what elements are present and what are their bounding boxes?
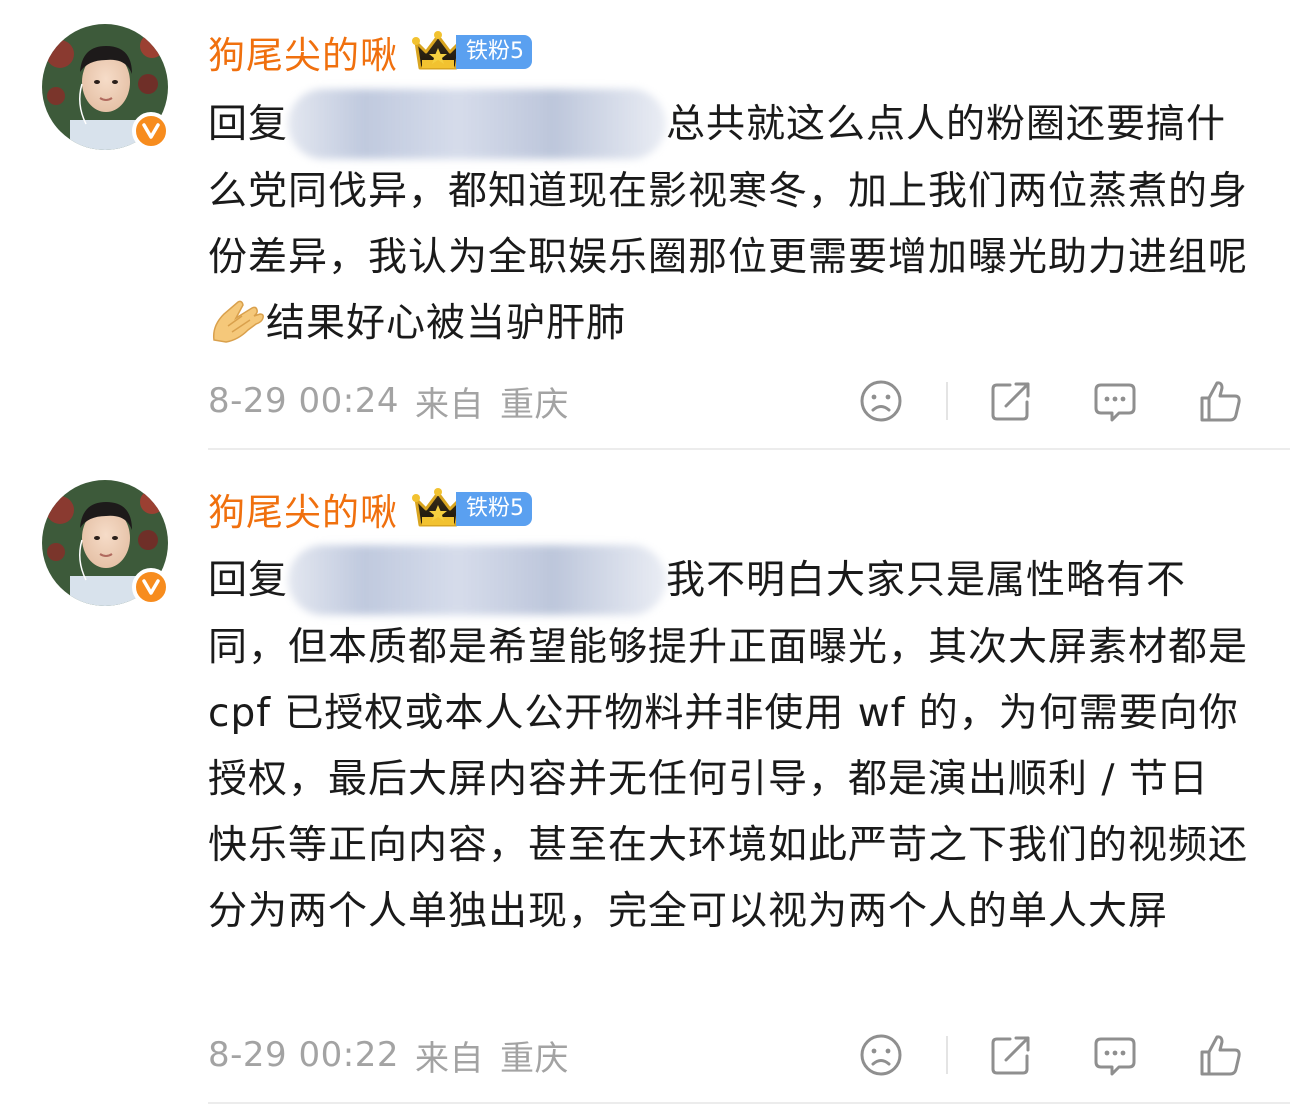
username[interactable]: 狗尾尖的啾 [208,25,398,79]
comment-text: 回复 我不明白大家只是属性略有不同，但本质都是希望能够提升正面曝光，其次大屏素材都… [208,544,1248,945]
dislike-button[interactable] [856,376,906,426]
share-icon [991,382,1030,421]
share-icon [991,1036,1030,1075]
sad-face-icon [860,1034,902,1076]
blurred-username-mask [288,544,667,615]
action-divider [946,382,948,420]
dislike-button[interactable] [856,1030,906,1080]
source-label: 来自 [414,1038,484,1079]
comment-text: 回复 总共就这么点人的粉圈还要搞什么党同伐异，都知道现在影视寒冬，加上我们两位蒸煮… [208,88,1248,357]
reply-prefix: 回复 [208,558,289,603]
comment-actions [856,1030,1256,1080]
share-button[interactable] [986,376,1036,426]
avatar[interactable] [42,24,170,150]
comment-button[interactable] [1090,1030,1140,1080]
reply-prefix: 回复 [208,102,289,147]
thumbs-up-icon [1200,381,1241,422]
share-button[interactable] [986,1030,1036,1080]
comment-divider [208,1102,1290,1104]
comment-meta: 8-29 00:24 来自 重庆 [208,376,569,426]
username[interactable]: 狗尾尖的啾 [208,482,398,536]
comment-button[interactable] [1090,376,1140,426]
comment-actions [856,376,1256,426]
fan-badge: 铁粉5 [456,35,532,69]
blurred-username-mask [288,88,667,159]
source-label: 来自 [414,384,484,425]
verified-v-icon [132,112,170,150]
username-row: 狗尾尖的啾 铁粉5 [208,27,532,77]
comment-meta: 8-29 00:22 来自 重庆 [208,1030,569,1080]
location: 重庆 [499,1038,569,1079]
comment-body-end: 结果好心被当驴肝肺 [266,300,627,346]
like-button[interactable] [1196,376,1246,426]
timestamp: 8-29 00:22 [208,1035,399,1075]
location: 重庆 [499,384,569,425]
verified-v-icon [132,568,170,606]
thumbs-up-icon [1200,1035,1241,1076]
username-row: 狗尾尖的啾 铁粉5 [208,484,532,534]
folded-hands-emoji [212,300,264,343]
timestamp: 8-29 00:24 [208,381,399,421]
sad-face-icon [860,380,902,422]
avatar[interactable] [42,480,170,606]
action-divider [946,1036,948,1074]
like-button[interactable] [1196,1030,1246,1080]
comment-divider [208,448,1290,450]
comment-icon [1094,383,1136,422]
fan-badge: 铁粉5 [456,492,532,526]
comment-icon [1094,1037,1136,1076]
